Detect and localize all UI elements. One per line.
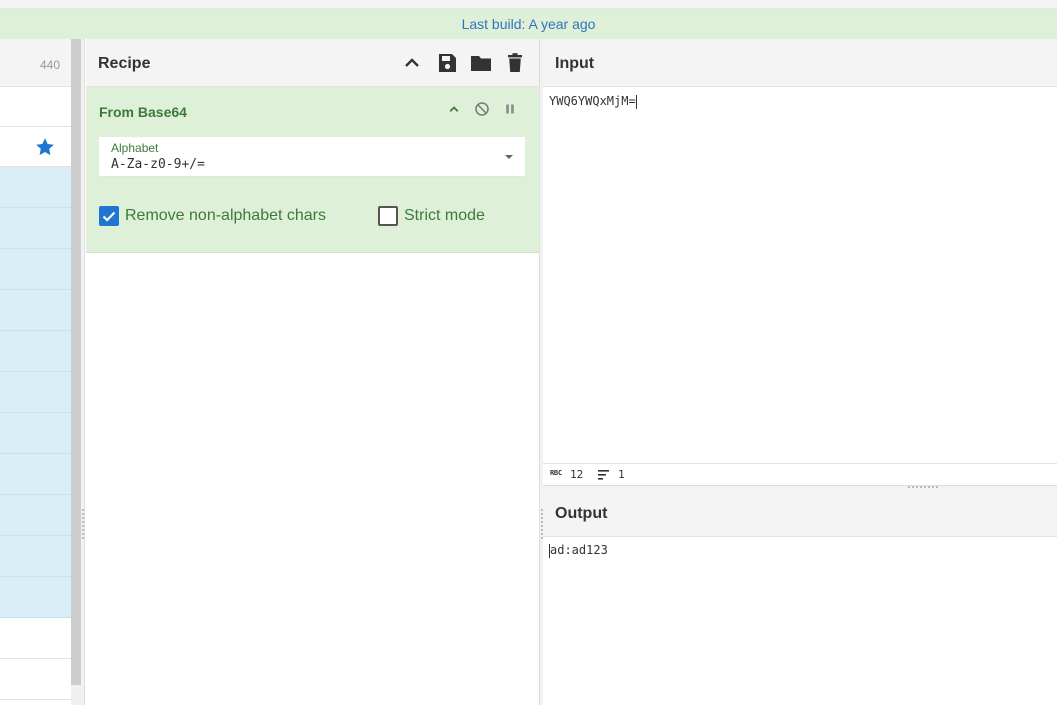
operation-title: From Base64 — [99, 104, 187, 120]
output-title: Output — [555, 505, 608, 522]
output-textarea[interactable]: ad:ad123 — [549, 543, 608, 558]
list-item[interactable] — [0, 577, 71, 618]
list-item[interactable] — [0, 536, 71, 577]
floppy-disk-icon[interactable] — [435, 51, 459, 75]
operations-search-results — [0, 87, 71, 127]
chevron-up-icon[interactable] — [400, 51, 424, 75]
caret-down-icon[interactable] — [505, 155, 513, 159]
disable-icon[interactable] — [473, 100, 491, 118]
pause-icon[interactable] — [501, 100, 519, 118]
input-header: Input — [543, 39, 1057, 87]
output-text[interactable]: ad:ad123 — [550, 543, 608, 557]
checkbox-checked-icon[interactable] — [99, 206, 119, 226]
star-icon[interactable] — [34, 136, 56, 158]
io-panel: Input YWQ6YWQxMjM= RBC 12 1 Output ad:ad… — [543, 39, 1057, 705]
strict-mode-checkbox[interactable]: Strict mode — [378, 206, 508, 228]
build-banner-text[interactable]: Last build: A year ago — [462, 16, 596, 32]
operations-category[interactable] — [0, 618, 71, 659]
list-item[interactable] — [0, 454, 71, 495]
alphabet-label: Alphabet — [111, 141, 159, 155]
input-status-bar: RBC 12 1 — [543, 463, 1057, 485]
alphabet-select[interactable]: Alphabet A-Za-z0-9+/= — [99, 137, 525, 177]
input-length: 12 — [570, 468, 584, 481]
list-item[interactable] — [0, 331, 71, 372]
strict-mode-label[interactable]: Strict mode — [404, 207, 485, 225]
input-text[interactable]: YWQ6YWQxMjM= — [549, 94, 636, 108]
list-item[interactable] — [0, 208, 71, 249]
build-banner: Last build: A year ago — [0, 9, 1057, 39]
list-item[interactable] — [0, 249, 71, 290]
list-item[interactable] — [0, 495, 71, 536]
folder-icon[interactable] — [469, 51, 493, 75]
operations-count: 440 — [39, 58, 60, 72]
recipe-header: Recipe — [86, 39, 539, 87]
operation-from-base64[interactable]: From Base64 Alphabet A-Za-z0-9+/= Remove… — [86, 87, 539, 253]
remove-non-alphabet-label[interactable]: Remove non-alphabet chars — [125, 207, 326, 225]
text-cursor — [635, 94, 637, 109]
input-length-icon: RBC — [550, 469, 562, 477]
favourites-category[interactable] — [0, 127, 71, 167]
input-textarea[interactable]: YWQ6YWQxMjM= — [549, 94, 637, 109]
operations-panel: 440 — [0, 39, 71, 705]
list-item[interactable] — [0, 372, 71, 413]
checkbox-unchecked-icon[interactable] — [378, 206, 398, 226]
operations-category[interactable] — [0, 659, 71, 700]
splitter-grip — [82, 509, 84, 539]
top-strip — [0, 0, 1057, 9]
list-item[interactable] — [0, 413, 71, 454]
operations-recipe-splitter[interactable] — [81, 39, 85, 705]
splitter-grip — [908, 486, 938, 488]
recipe-panel: Recipe From Base64 Alphabet A-Za-z0-9+/=… — [86, 39, 539, 705]
operations-scrollbar[interactable] — [71, 39, 81, 685]
recipe-title: Recipe — [98, 55, 151, 72]
input-title: Input — [555, 55, 595, 72]
remove-non-alphabet-checkbox[interactable]: Remove non-alphabet chars — [99, 206, 339, 228]
output-header: Output — [543, 489, 1057, 537]
lines-icon — [598, 470, 609, 480]
input-lines: 1 — [618, 468, 625, 481]
trash-icon[interactable] — [503, 51, 527, 75]
list-item[interactable] — [0, 290, 71, 331]
alphabet-value[interactable]: A-Za-z0-9+/= — [111, 157, 205, 172]
chevron-up-icon[interactable] — [445, 100, 463, 118]
operations-search-row[interactable]: 440 — [0, 39, 71, 87]
operations-scrollbar-track — [71, 685, 81, 705]
list-item[interactable] — [0, 167, 71, 208]
